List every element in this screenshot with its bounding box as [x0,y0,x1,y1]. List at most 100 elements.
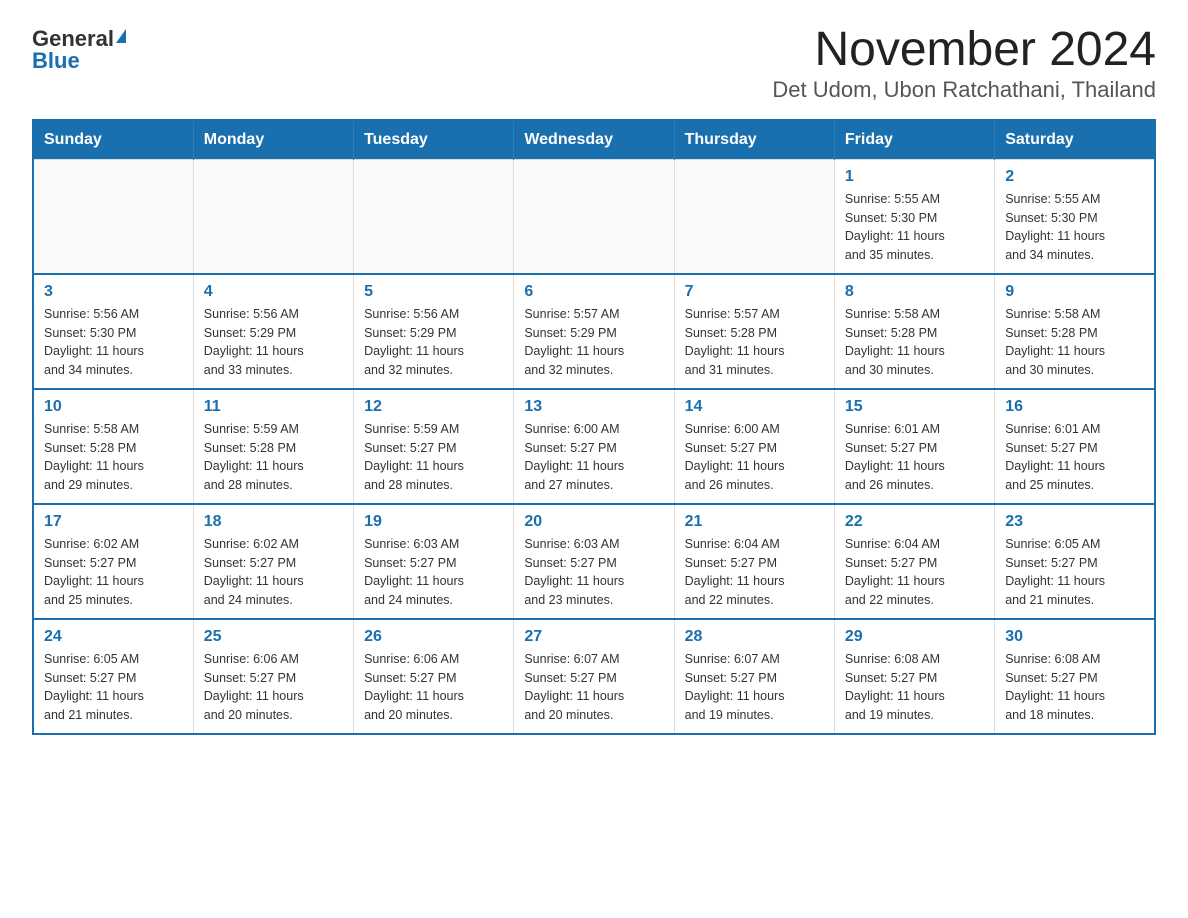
weekday-header-row: SundayMondayTuesdayWednesdayThursdayFrid… [33,120,1155,160]
day-info: Sunrise: 6:04 AMSunset: 5:27 PMDaylight:… [845,535,984,610]
day-info: Sunrise: 6:00 AMSunset: 5:27 PMDaylight:… [685,420,824,495]
calendar-cell: 16 Sunrise: 6:01 AMSunset: 5:27 PMDayligh… [995,389,1155,504]
day-number: 2 [1005,168,1144,186]
day-info: Sunrise: 5:58 AMSunset: 5:28 PMDaylight:… [845,305,984,380]
day-number: 8 [845,283,984,301]
day-number: 25 [204,628,343,646]
day-number: 16 [1005,398,1144,416]
title-section: November 2024 Det Udom, Ubon Ratchathani… [772,24,1156,103]
day-number: 12 [364,398,503,416]
weekday-header-sunday: Sunday [33,120,193,160]
calendar-week-row: 17Sunrise: 6:02 AMSunset: 5:27 PMDayligh… [33,504,1155,619]
day-info: Sunrise: 5:58 AMSunset: 5:28 PMDaylight:… [1005,305,1144,380]
calendar-week-row: 24 Sunrise: 6:05 AMSunset: 5:27 PMDayligh… [33,619,1155,734]
day-number: 22 [845,513,984,531]
day-info: Sunrise: 6:02 AMSunset: 5:27 PMDaylight:… [204,535,343,610]
day-info: Sunrise: 6:07 AMSunset: 5:27 PMDaylight:… [685,650,824,725]
logo-general-text: General [32,28,114,50]
calendar-cell: 9 Sunrise: 5:58 AMSunset: 5:28 PMDaylight… [995,274,1155,389]
weekday-header-thursday: Thursday [674,120,834,160]
calendar-cell [354,159,514,274]
calendar-cell: 14 Sunrise: 6:00 AMSunset: 5:27 PMDayligh… [674,389,834,504]
weekday-header-monday: Monday [193,120,353,160]
calendar-cell: 21 Sunrise: 6:04 AMSunset: 5:27 PMDayligh… [674,504,834,619]
calendar-cell: 30Sunrise: 6:08 AMSunset: 5:27 PMDayligh… [995,619,1155,734]
day-info: Sunrise: 6:03 AMSunset: 5:27 PMDaylight:… [364,535,503,610]
calendar-cell: 23 Sunrise: 6:05 AMSunset: 5:27 PMDayligh… [995,504,1155,619]
page-header: General Blue November 2024 Det Udom, Ubo… [32,24,1156,103]
calendar-cell: 13Sunrise: 6:00 AMSunset: 5:27 PMDayligh… [514,389,674,504]
calendar-cell [33,159,193,274]
calendar-body: 1 Sunrise: 5:55 AMSunset: 5:30 PMDaylight… [33,159,1155,734]
logo: General Blue [32,28,126,72]
calendar-cell: 7 Sunrise: 5:57 AMSunset: 5:28 PMDaylight… [674,274,834,389]
calendar-cell: 12Sunrise: 5:59 AMSunset: 5:27 PMDayligh… [354,389,514,504]
day-info: Sunrise: 5:57 AMSunset: 5:28 PMDaylight:… [685,305,824,380]
day-info: Sunrise: 6:01 AMSunset: 5:27 PMDaylight:… [845,420,984,495]
day-number: 7 [685,283,824,301]
calendar-cell [193,159,353,274]
day-number: 9 [1005,283,1144,301]
day-number: 26 [364,628,503,646]
day-number: 11 [204,398,343,416]
logo-blue-text: Blue [32,50,80,72]
day-number: 21 [685,513,824,531]
day-info: Sunrise: 5:56 AMSunset: 5:29 PMDaylight:… [364,305,503,380]
weekday-header-friday: Friday [834,120,994,160]
calendar-table: SundayMondayTuesdayWednesdayThursdayFrid… [32,119,1156,735]
weekday-header-tuesday: Tuesday [354,120,514,160]
day-number: 6 [524,283,663,301]
day-number: 14 [685,398,824,416]
day-number: 28 [685,628,824,646]
day-info: Sunrise: 5:56 AMSunset: 5:29 PMDaylight:… [204,305,343,380]
calendar-cell: 22 Sunrise: 6:04 AMSunset: 5:27 PMDayligh… [834,504,994,619]
day-number: 20 [524,513,663,531]
day-info: Sunrise: 5:56 AMSunset: 5:30 PMDaylight:… [44,305,183,380]
calendar-cell: 1 Sunrise: 5:55 AMSunset: 5:30 PMDaylight… [834,159,994,274]
calendar-cell [674,159,834,274]
calendar-week-row: 10 Sunrise: 5:58 AMSunset: 5:28 PMDayligh… [33,389,1155,504]
calendar-header: SundayMondayTuesdayWednesdayThursdayFrid… [33,120,1155,160]
calendar-cell: 2Sunrise: 5:55 AMSunset: 5:30 PMDaylight… [995,159,1155,274]
day-info: Sunrise: 6:03 AMSunset: 5:27 PMDaylight:… [524,535,663,610]
day-number: 10 [44,398,183,416]
day-info: Sunrise: 5:57 AMSunset: 5:29 PMDaylight:… [524,305,663,380]
day-info: Sunrise: 6:06 AMSunset: 5:27 PMDaylight:… [204,650,343,725]
weekday-header-wednesday: Wednesday [514,120,674,160]
day-info: Sunrise: 5:59 AMSunset: 5:28 PMDaylight:… [204,420,343,495]
day-info: Sunrise: 6:05 AMSunset: 5:27 PMDaylight:… [1005,535,1144,610]
calendar-title: November 2024 [772,24,1156,77]
day-info: Sunrise: 5:55 AMSunset: 5:30 PMDaylight:… [845,190,984,265]
day-number: 4 [204,283,343,301]
day-number: 24 [44,628,183,646]
calendar-cell: 18 Sunrise: 6:02 AMSunset: 5:27 PMDayligh… [193,504,353,619]
day-number: 23 [1005,513,1144,531]
day-number: 13 [524,398,663,416]
day-number: 27 [524,628,663,646]
day-info: Sunrise: 6:04 AMSunset: 5:27 PMDaylight:… [685,535,824,610]
calendar-cell [514,159,674,274]
day-info: Sunrise: 6:05 AMSunset: 5:27 PMDaylight:… [44,650,183,725]
day-info: Sunrise: 6:08 AMSunset: 5:27 PMDaylight:… [845,650,984,725]
day-info: Sunrise: 5:58 AMSunset: 5:28 PMDaylight:… [44,420,183,495]
calendar-week-row: 1 Sunrise: 5:55 AMSunset: 5:30 PMDaylight… [33,159,1155,274]
calendar-cell: 29Sunrise: 6:08 AMSunset: 5:27 PMDayligh… [834,619,994,734]
calendar-cell: 10 Sunrise: 5:58 AMSunset: 5:28 PMDayligh… [33,389,193,504]
day-info: Sunrise: 6:01 AMSunset: 5:27 PMDaylight:… [1005,420,1144,495]
calendar-cell: 15Sunrise: 6:01 AMSunset: 5:27 PMDayligh… [834,389,994,504]
day-number: 18 [204,513,343,531]
day-number: 19 [364,513,503,531]
day-info: Sunrise: 6:02 AMSunset: 5:27 PMDaylight:… [44,535,183,610]
calendar-cell: 6 Sunrise: 5:57 AMSunset: 5:29 PMDaylight… [514,274,674,389]
day-number: 1 [845,168,984,186]
calendar-cell: 3Sunrise: 5:56 AMSunset: 5:30 PMDaylight… [33,274,193,389]
calendar-week-row: 3Sunrise: 5:56 AMSunset: 5:30 PMDaylight… [33,274,1155,389]
calendar-cell: 25 Sunrise: 6:06 AMSunset: 5:27 PMDayligh… [193,619,353,734]
calendar-cell: 19 Sunrise: 6:03 AMSunset: 5:27 PMDayligh… [354,504,514,619]
day-number: 5 [364,283,503,301]
calendar-subtitle: Det Udom, Ubon Ratchathani, Thailand [772,77,1156,103]
day-info: Sunrise: 6:06 AMSunset: 5:27 PMDaylight:… [364,650,503,725]
logo-triangle-icon [116,29,126,43]
calendar-cell: 5 Sunrise: 5:56 AMSunset: 5:29 PMDaylight… [354,274,514,389]
calendar-cell: 4 Sunrise: 5:56 AMSunset: 5:29 PMDaylight… [193,274,353,389]
